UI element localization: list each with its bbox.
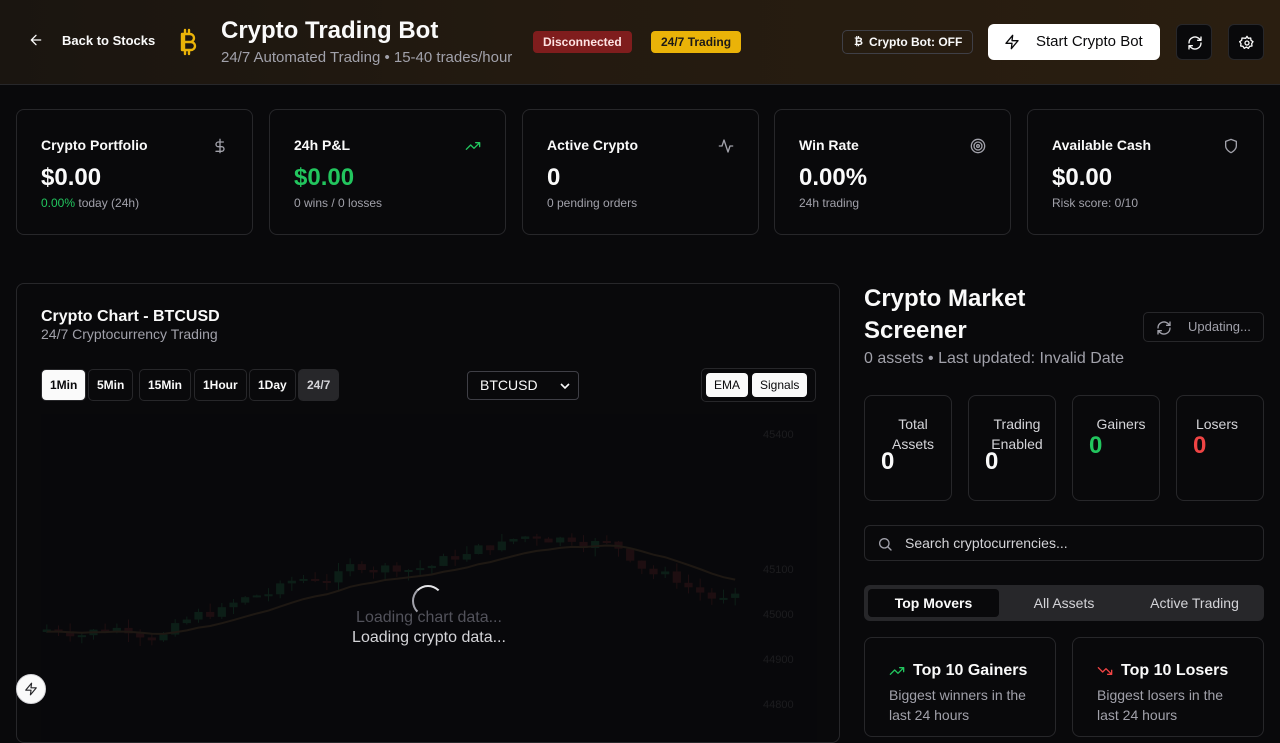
chart-title: Crypto Chart - BTCUSD <box>41 308 220 325</box>
screener-stat-gainers: Gainers 0 <box>1072 395 1160 501</box>
timeframe-1min-button[interactable]: 1Min <box>41 369 87 401</box>
loading-overlay <box>41 414 817 742</box>
stat-sub: 0 wins / 0 losses <box>294 196 383 210</box>
timeframe-1hour-button[interactable]: 1Hour <box>194 369 247 401</box>
chart-subtitle: 24/7 Cryptocurrency Trading <box>41 326 218 342</box>
bot-status-badge: ₿ Crypto Bot: OFF <box>842 30 974 54</box>
timeframe-1day-button[interactable]: 1Day <box>249 369 296 401</box>
screener-stat-label: Losers <box>1195 416 1239 432</box>
stat-label: Available Cash <box>1052 137 1152 153</box>
stat-value: 0 <box>547 164 561 191</box>
ema-toggle[interactable]: EMA <box>706 373 749 397</box>
back-label: Back to Stocks <box>62 32 156 48</box>
stat-value: $0.00 <box>41 164 102 191</box>
indicator-toggles: EMA Signals <box>701 368 816 402</box>
stat-card-24h-pnl: 24h P&L $0.00 0 wins / 0 losses <box>269 109 506 235</box>
loading-crypto-text: Loading crypto data... <box>352 629 506 646</box>
stat-label: 24h P&L <box>294 137 351 153</box>
top-losers-card: Top 10 Losers Biggest losers in the last… <box>1072 637 1264 737</box>
target-icon <box>970 138 986 154</box>
top-gainers-card: Top 10 Gainers Biggest winners in the la… <box>864 637 1056 737</box>
stat-card-active-crypto: Active Crypto 0 0 pending orders <box>522 109 759 235</box>
losers-description: Biggest losers in the last 24 hours <box>1097 687 1224 723</box>
gainers-title: Top 10 Gainers <box>913 662 1028 679</box>
start-button-label: Start Crypto Bot <box>1036 33 1143 50</box>
stat-sub: 0 pending orders <box>547 196 638 210</box>
gear-icon <box>1239 35 1254 49</box>
screener-stat-value: 0 <box>881 448 895 475</box>
search-input[interactable] <box>905 526 1255 560</box>
stat-value: $0.00 <box>1052 164 1113 191</box>
screener-stat-losers: Losers 0 <box>1176 395 1264 501</box>
tab-active-trading[interactable]: Active Trading <box>1129 589 1260 617</box>
symbol-select[interactable]: BTCUSD <box>467 371 579 400</box>
dollar-icon <box>215 138 225 154</box>
gainers-heading: Top 10 Gainers <box>889 662 1027 680</box>
timeframe-5min-button[interactable]: 5Min <box>88 369 134 401</box>
activity-icon <box>718 139 734 153</box>
screener-stat-value: 0 <box>985 448 999 475</box>
stat-label: Active Crypto <box>547 137 639 153</box>
arrow-left-icon <box>30 34 42 46</box>
crypto-chart-card: Crypto Chart - BTCUSD 24/7 Cryptocurrenc… <box>16 283 840 743</box>
trading-mode-badge: 24/7 Trading <box>651 31 742 53</box>
stat-sub-text: today (24h) <box>75 196 140 210</box>
quick-action-button[interactable] <box>16 674 46 704</box>
candlestick-plot: 4540045100450004490044800 <box>41 414 817 742</box>
zap-icon <box>1005 34 1019 50</box>
always-on-tag: 24/7 <box>298 369 340 401</box>
trending-up-icon <box>889 667 905 675</box>
timeframe-15min-button[interactable]: 15Min <box>139 369 192 401</box>
trending-up-icon <box>465 142 481 150</box>
updating-button[interactable]: Updating... <box>1143 312 1264 342</box>
page-subtitle: 24/7 Automated Trading • 15-40 trades/ho… <box>221 49 513 66</box>
bot-status-label: Crypto Bot: OFF <box>869 35 963 49</box>
bitcoin-logo-icon <box>180 28 197 56</box>
screener-subtitle: 0 assets • Last updated: Invalid Date <box>864 350 1124 367</box>
settings-button[interactable] <box>1228 24 1264 60</box>
stat-card-win-rate: Win Rate 0.00% 24h trading <box>774 109 1011 235</box>
search-icon <box>879 538 892 551</box>
stat-sub: 24h trading <box>799 196 860 210</box>
top-header: Back to Stocks Crypto Trading Bot 24/7 A… <box>0 0 1280 85</box>
zap-icon <box>25 682 37 696</box>
screener-title: Crypto Market Screener <box>864 285 1026 344</box>
updating-label: Updating... <box>1188 319 1251 334</box>
shield-icon <box>1225 138 1237 154</box>
tab-top-movers[interactable]: Top Movers <box>868 589 999 617</box>
stat-change: 0.00% <box>41 196 76 210</box>
screener-stat-total-assets: Total Assets 0 <box>864 395 952 501</box>
loading-chart-text: Loading chart data... <box>356 609 502 626</box>
stat-value: 0.00% <box>799 164 868 191</box>
symbol-select-value: BTCUSD <box>480 377 538 393</box>
page-title: Crypto Trading Bot <box>221 17 439 44</box>
stat-value: $0.00 <box>294 164 355 191</box>
back-to-stocks-button[interactable]: Back to Stocks <box>28 32 155 48</box>
losers-title: Top 10 Losers <box>1121 662 1229 679</box>
screener-stat-trading-enabled: Trading Enabled 0 <box>968 395 1056 501</box>
stat-card-available-cash: Available Cash $0.00 Risk score: 0/10 <box>1027 109 1264 235</box>
gainers-description: Biggest winners in the last 24 hours <box>889 687 1026 723</box>
refresh-icon <box>1188 36 1202 50</box>
refresh-button[interactable] <box>1176 24 1212 60</box>
screener-stat-value: 0 <box>1089 432 1103 459</box>
bitcoin-symbol-icon: ₿ <box>854 36 863 48</box>
chevron-down-icon <box>560 383 570 390</box>
stat-label: Crypto Portfolio <box>41 137 148 153</box>
signals-toggle[interactable]: Signals <box>752 373 808 397</box>
trending-down-icon <box>1097 667 1113 675</box>
stat-sub: 0.00% today (24h) <box>41 196 139 210</box>
stat-sub: Risk score: 0/10 <box>1052 196 1139 210</box>
tab-all-assets[interactable]: All Assets <box>999 589 1129 617</box>
screener-stat-value: 0 <box>1193 432 1207 459</box>
start-crypto-bot-button[interactable]: Start Crypto Bot <box>988 24 1160 60</box>
stat-label: Win Rate <box>799 137 859 153</box>
losers-heading: Top 10 Losers <box>1097 662 1228 680</box>
screener-stat-label: Gainers <box>1096 416 1146 432</box>
screener-tabs: Top Movers All Assets Active Trading <box>864 585 1264 621</box>
stat-card-crypto-portfolio: Crypto Portfolio $0.00 0.00% today (24h) <box>16 109 253 235</box>
crypto-search <box>864 525 1264 561</box>
refresh-icon <box>1157 321 1171 335</box>
connection-status-badge: Disconnected <box>533 31 632 53</box>
